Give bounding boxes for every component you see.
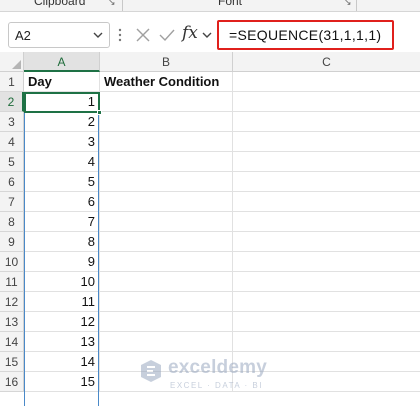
ribbon-group-font: Font — [218, 0, 243, 8]
select-all-button[interactable] — [0, 52, 24, 72]
row-header-15[interactable]: 15 — [0, 352, 24, 372]
expand-formula-icon[interactable] — [200, 28, 214, 42]
cell-b7[interactable] — [100, 192, 233, 212]
row-header-11[interactable]: 11 — [0, 272, 24, 292]
cell-a4[interactable]: 3 — [24, 132, 100, 152]
clipboard-launcher-icon[interactable]: ↘ — [108, 0, 118, 7]
exceldemy-watermark: exceldemy EXCEL · DATA · BI — [140, 357, 310, 397]
row-header-7[interactable]: 7 — [0, 192, 24, 212]
cell-b6[interactable] — [100, 172, 233, 192]
name-box[interactable]: A2 — [8, 22, 110, 48]
row-header-9[interactable]: 9 — [0, 232, 24, 252]
cell-a2[interactable]: 1 — [24, 92, 100, 112]
name-box-value: A2 — [15, 28, 31, 43]
cell-c10[interactable] — [233, 252, 420, 272]
fill-handle[interactable] — [97, 110, 102, 115]
cell-c4[interactable] — [233, 132, 420, 152]
cell-c7[interactable] — [233, 192, 420, 212]
formula-input[interactable]: =SEQUENCE(31,1,1,1) — [217, 20, 394, 50]
row-header-12[interactable]: 12 — [0, 292, 24, 312]
cell-a9[interactable]: 8 — [24, 232, 100, 252]
enter-check-icon[interactable] — [158, 26, 176, 44]
cell-b5[interactable] — [100, 152, 233, 172]
cell-c2[interactable] — [233, 92, 420, 112]
watermark-tagline: EXCEL · DATA · BI — [170, 381, 263, 390]
cell-c11[interactable] — [233, 272, 420, 292]
cell-c3[interactable] — [233, 112, 420, 132]
formula-text: =SEQUENCE(31,1,1,1) — [229, 27, 382, 43]
cell-c13[interactable] — [233, 312, 420, 332]
cell-b14[interactable] — [100, 332, 233, 352]
row-header-6[interactable]: 6 — [0, 172, 24, 192]
cell-b9[interactable] — [100, 232, 233, 252]
row-header-4[interactable]: 4 — [0, 132, 24, 152]
row-header-16[interactable]: 16 — [0, 372, 24, 392]
cell-b1[interactable]: Weather Condition — [100, 72, 233, 92]
cell-b3[interactable] — [100, 112, 233, 132]
cell-a3[interactable]: 2 — [24, 112, 100, 132]
row-header-5[interactable]: 5 — [0, 152, 24, 172]
column-header-a[interactable]: A — [24, 52, 100, 72]
watermark-name: exceldemy — [168, 357, 267, 378]
ribbon-separator — [122, 0, 123, 11]
cell-c9[interactable] — [233, 232, 420, 252]
more-options-icon[interactable] — [116, 26, 124, 44]
ribbon-group-labels: Clipboard ↘ Font ↘ — [0, 0, 420, 12]
cell-a12[interactable]: 11 — [24, 292, 100, 312]
cell-b12[interactable] — [100, 292, 233, 312]
cell-a7[interactable]: 6 — [24, 192, 100, 212]
row-header-14[interactable]: 14 — [0, 332, 24, 352]
cell-c14[interactable] — [233, 332, 420, 352]
cell-a5[interactable]: 4 — [24, 152, 100, 172]
cell-b8[interactable] — [100, 212, 233, 232]
cell-a15[interactable]: 14 — [24, 352, 100, 372]
column-header-c[interactable]: C — [233, 52, 420, 72]
cell-c8[interactable] — [233, 212, 420, 232]
cell-b13[interactable] — [100, 312, 233, 332]
cell-a8[interactable]: 7 — [24, 212, 100, 232]
cell-b10[interactable] — [100, 252, 233, 272]
cell-a16[interactable]: 15 — [24, 372, 100, 392]
row-header-1[interactable]: 1 — [0, 72, 24, 92]
cell-a1[interactable]: Day — [24, 72, 100, 92]
row-header-2[interactable]: 2 — [0, 92, 24, 112]
row-header-13[interactable]: 13 — [0, 312, 24, 332]
cell-c6[interactable] — [233, 172, 420, 192]
chevron-down-icon[interactable] — [91, 26, 105, 44]
cell-b4[interactable] — [100, 132, 233, 152]
font-launcher-icon[interactable]: ↘ — [344, 0, 354, 7]
row-header-10[interactable]: 10 — [0, 252, 24, 272]
ribbon-group-clipboard: Clipboard — [34, 0, 86, 8]
cell-a10[interactable]: 9 — [24, 252, 100, 272]
cell-a13[interactable]: 12 — [24, 312, 100, 332]
insert-function-button[interactable]: fx — [182, 23, 198, 43]
formula-bar-row: A2 fx =SEQUENCE(31,1,1,1) — [0, 12, 420, 56]
worksheet-grid[interactable]: A B C 1 Day Weather Condition 2 1 3 2 4 3 5 4 6 5 7 6 8… — [0, 52, 420, 406]
row-header-3[interactable]: 3 — [0, 112, 24, 132]
cell-a11[interactable]: 10 — [24, 272, 100, 292]
column-header-b[interactable]: B — [100, 52, 233, 72]
cell-a6[interactable]: 5 — [24, 172, 100, 192]
ribbon-separator — [356, 0, 357, 11]
cell-c1[interactable] — [233, 72, 420, 92]
cell-c5[interactable] — [233, 152, 420, 172]
cell-c12[interactable] — [233, 292, 420, 312]
cancel-icon[interactable] — [134, 26, 152, 44]
cell-b2[interactable] — [100, 92, 233, 112]
select-all-triangle-icon — [12, 60, 21, 69]
cell-a14[interactable]: 13 — [24, 332, 100, 352]
cell-b11[interactable] — [100, 272, 233, 292]
row-header-8[interactable]: 8 — [0, 212, 24, 232]
exceldemy-logo-icon — [141, 360, 161, 382]
